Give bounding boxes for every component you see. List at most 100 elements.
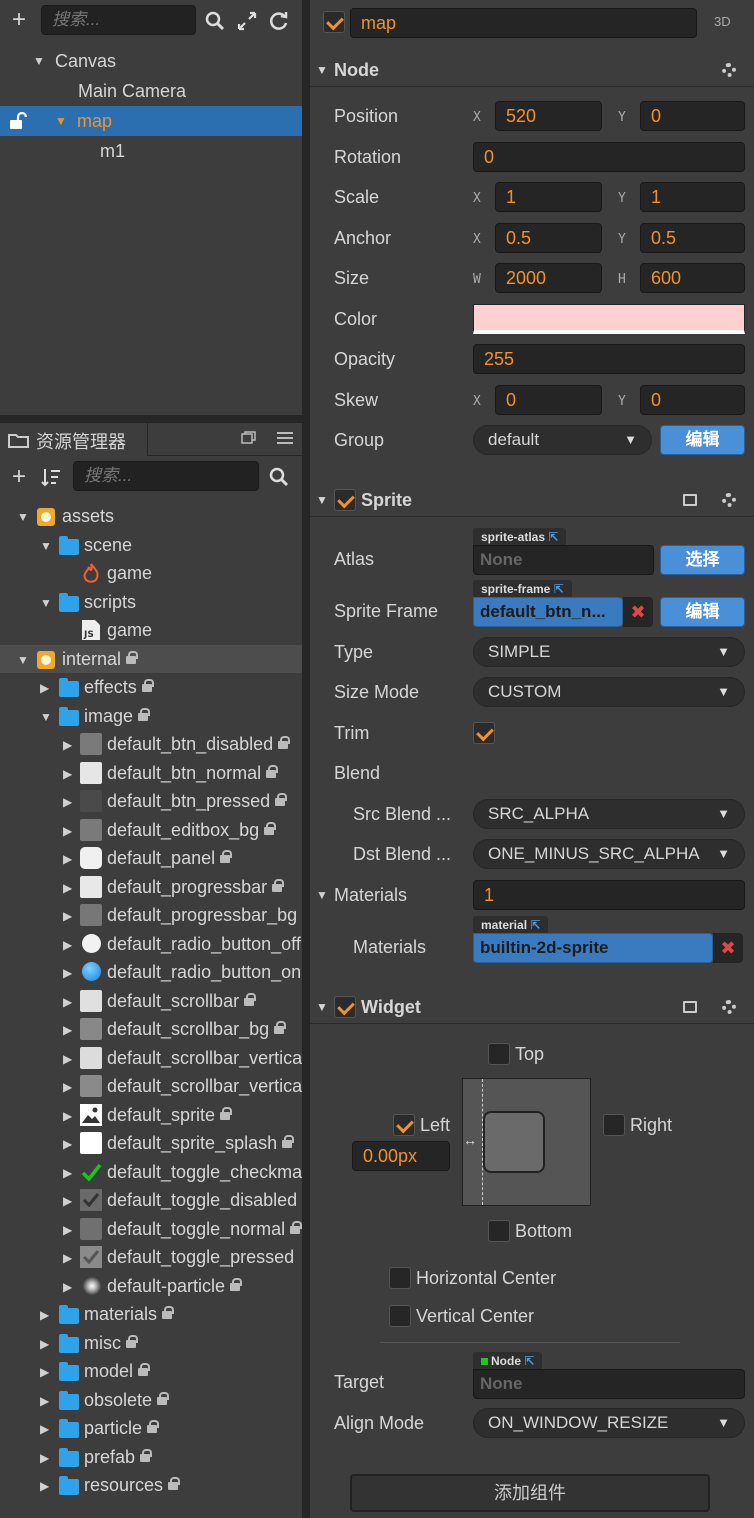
caret-right-icon[interactable]: ▶ [63,930,72,959]
asset-item-image-file[interactable]: ▶ default_scrollbar_bg [0,1015,302,1044]
align-mode-select[interactable]: ON_WINDOW_RESIZE ▼ [473,1408,745,1438]
caret-right-icon[interactable]: ▶ [63,1044,72,1073]
caret-right-icon[interactable]: ▶ [63,1158,72,1187]
widget-enabled-checkbox[interactable] [334,996,356,1018]
link-icon[interactable]: ⇱ [554,582,564,596]
caret-right-icon[interactable]: ▶ [63,1072,72,1101]
widget-section-header[interactable]: ▼ Widget [310,990,754,1024]
skew-x-input[interactable]: 0 [495,385,602,415]
search-icon[interactable] [269,467,289,487]
asset-item-effects[interactable]: ▶ effects [0,673,302,702]
caret-right-icon[interactable]: ▶ [63,816,72,845]
caret-right-icon[interactable]: ▶ [63,844,72,873]
caret-down-icon[interactable]: ▼ [33,46,45,76]
caret-right-icon[interactable]: ▶ [63,1101,72,1130]
caret-down-icon[interactable]: ▼ [316,990,328,1024]
caret-right-icon[interactable]: ▶ [63,759,72,788]
gear-icon[interactable] [722,63,736,77]
position-y-input[interactable]: 0 [640,101,745,131]
asset-item-assets[interactable]: ▼ assets [0,502,302,531]
asset-item-image[interactable]: ▼ image [0,702,302,731]
align-right-checkbox[interactable] [603,1114,625,1136]
clear-icon[interactable]: ✖ [623,597,653,627]
asset-item-image-file[interactable]: ▶ default_btn_normal [0,759,302,788]
clear-icon[interactable]: ✖ [713,933,743,963]
caret-right-icon[interactable]: ▶ [40,1414,49,1443]
caret-right-icon[interactable]: ▶ [40,1357,49,1386]
maximize-icon[interactable] [241,431,257,445]
tree-item-canvas[interactable]: ▼ Canvas [0,46,302,76]
caret-right-icon[interactable]: ▶ [40,1471,49,1500]
dst-blend-select[interactable]: ONE_MINUS_SRC_ALPHA ▼ [473,839,745,869]
size-mode-select[interactable]: CUSTOM ▼ [473,677,745,707]
search-icon[interactable] [205,11,225,31]
asset-item-image-file[interactable]: ▶ default-particle [0,1272,302,1301]
asset-item-image-file[interactable]: ▶ default_toggle_pressed [0,1243,302,1272]
caret-right-icon[interactable]: ▶ [63,987,72,1016]
group-select[interactable]: default ▼ [473,425,652,455]
caret-right-icon[interactable]: ▶ [63,787,72,816]
group-edit-button[interactable]: 编辑 [660,425,745,455]
docs-icon[interactable] [683,1001,697,1013]
asset-item-game-script[interactable]: JS game [0,616,302,645]
asset-item-image-file[interactable]: ▶ default_scrollbar [0,987,302,1016]
docs-icon[interactable] [683,494,697,506]
unlock-icon[interactable] [9,112,27,130]
align-top-checkbox[interactable] [488,1043,510,1065]
asset-item-image-file[interactable]: ▶ default_radio_button_on [0,958,302,987]
asset-item-image-file[interactable]: ▶ default_btn_pressed [0,787,302,816]
asset-item-image-file[interactable]: ▶ default_scrollbar_vertica [0,1044,302,1073]
caret-down-icon[interactable]: ▼ [40,531,52,560]
asset-item-image-file[interactable]: ▶ default_progressbar_bg [0,901,302,930]
assets-search-input[interactable]: 搜索... [73,461,259,491]
vertical-center-checkbox[interactable] [389,1305,411,1327]
src-blend-select[interactable]: SRC_ALPHA ▼ [473,799,745,829]
asset-item-image-file[interactable]: ▶ default_panel [0,844,302,873]
menu-icon[interactable] [277,431,293,445]
caret-down-icon[interactable]: ▼ [40,702,52,731]
caret-down-icon[interactable]: ▼ [40,588,52,617]
caret-right-icon[interactable]: ▶ [63,873,72,902]
sprite-frame-edit-button[interactable]: 编辑 [660,597,745,627]
refresh-icon[interactable] [268,10,290,32]
atlas-ref-field[interactable]: None [473,545,654,575]
tree-item-main-camera[interactable]: Main Camera [0,76,302,106]
color-swatch[interactable] [473,304,745,334]
gear-icon[interactable] [722,493,736,507]
asset-item-image-file[interactable]: ▶ default_sprite [0,1101,302,1130]
caret-right-icon[interactable]: ▶ [63,1015,72,1044]
sprite-section-header[interactable]: ▼ Sprite [310,483,754,517]
caret-down-icon[interactable]: ▼ [55,106,67,136]
expand-icon[interactable] [237,11,257,31]
align-bottom-checkbox[interactable] [488,1220,510,1242]
anchor-y-input[interactable]: 0.5 [640,223,745,253]
add-component-button[interactable]: 添加组件 [350,1474,710,1512]
node-active-checkbox[interactable] [323,11,345,33]
type-select[interactable]: SIMPLE ▼ [473,637,745,667]
asset-item-obsolete[interactable]: ▶ obsolete [0,1386,302,1415]
asset-item-materials[interactable]: ▶ materials [0,1300,302,1329]
node-section-header[interactable]: ▼ Node [310,53,754,87]
asset-item-image-file[interactable]: ▶ default_progressbar [0,873,302,902]
rotation-input[interactable]: 0 [473,142,745,172]
asset-item-misc[interactable]: ▶ misc [0,1329,302,1358]
sort-icon[interactable] [40,467,62,487]
asset-item-particle[interactable]: ▶ particle [0,1414,302,1443]
tree-item-map[interactable]: ▼ map [0,106,302,136]
asset-item-model[interactable]: ▶ model [0,1357,302,1386]
gear-icon[interactable] [722,1000,736,1014]
caret-right-icon[interactable]: ▶ [40,1300,49,1329]
asset-item-image-file[interactable]: ▶ default_btn_disabled [0,730,302,759]
caret-right-icon[interactable]: ▶ [40,1329,49,1358]
caret-right-icon[interactable]: ▶ [63,901,72,930]
position-x-input[interactable]: 520 [495,101,602,131]
caret-right-icon[interactable]: ▶ [63,1186,72,1215]
scale-x-input[interactable]: 1 [495,182,602,212]
plus-icon[interactable]: + [7,8,31,32]
caret-down-icon[interactable]: ▼ [17,645,29,674]
horizontal-center-checkbox[interactable] [389,1267,411,1289]
size-w-input[interactable]: 2000 [495,263,602,293]
link-icon[interactable]: ⇱ [524,1354,534,1368]
sprite-frame-ref-field[interactable]: default_btn_n... [473,597,623,627]
materials-count-input[interactable]: 1 [473,880,745,910]
